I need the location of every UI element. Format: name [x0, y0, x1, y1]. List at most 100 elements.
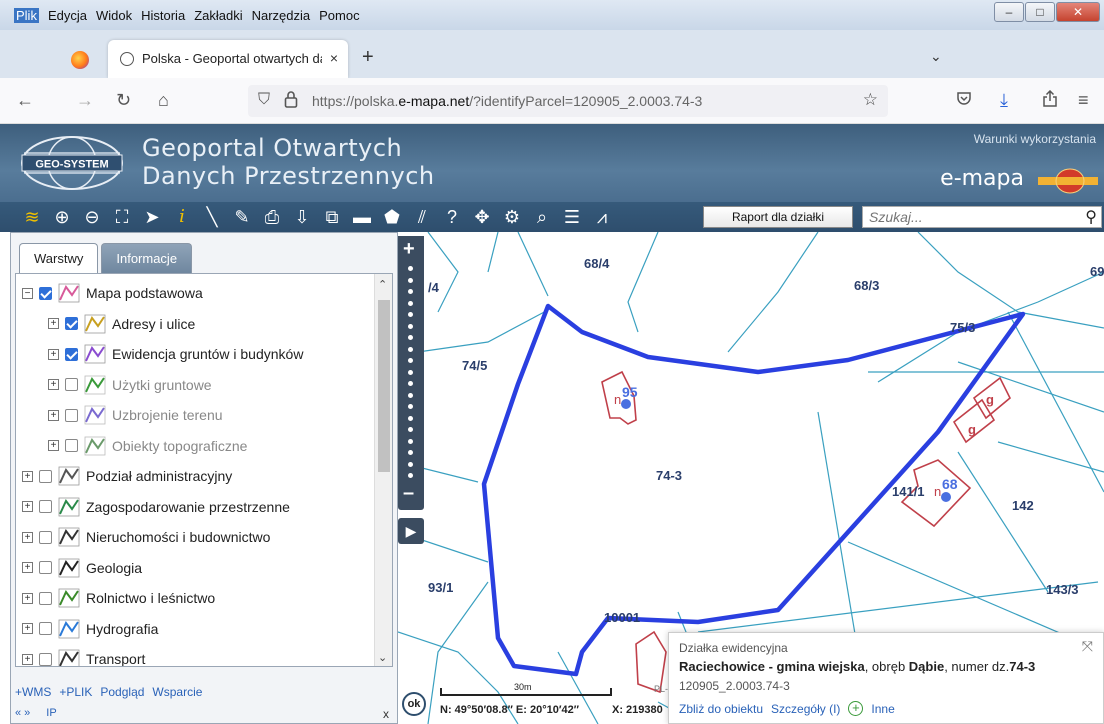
zoom-level-dot[interactable]: [408, 266, 413, 271]
parcel-report-button[interactable]: Raport dla działki: [703, 206, 853, 228]
help-icon[interactable]: ?: [440, 205, 464, 229]
zoom-level-dot[interactable]: [408, 289, 413, 294]
support-link[interactable]: Wsparcie: [152, 685, 202, 699]
expand-icon[interactable]: +: [22, 562, 33, 573]
layer-item[interactable]: + Rolnictwo i leśnictwo: [22, 583, 215, 613]
layer-item[interactable]: + Transport: [22, 644, 145, 666]
measure-area-icon[interactable]: ✎: [230, 205, 254, 229]
shield-icon[interactable]: ⛉: [258, 91, 270, 109]
zoom-level-dot[interactable]: [408, 392, 413, 398]
layer-checkbox[interactable]: [39, 500, 52, 513]
layer-checkbox[interactable]: [39, 591, 52, 605]
tab-close-icon[interactable]: ×: [330, 50, 338, 66]
zoom-in-icon[interactable]: ⊕: [50, 205, 74, 229]
forward-arrow-icon[interactable]: →: [76, 90, 94, 111]
plus-circle-icon[interactable]: +: [848, 701, 864, 716]
zoom-level-dot[interactable]: [408, 277, 413, 283]
zoom-level-dot[interactable]: [408, 450, 413, 455]
expand-icon[interactable]: +: [48, 409, 59, 421]
expand-icon[interactable]: +: [22, 623, 33, 634]
window-icon[interactable]: ▬: [350, 205, 374, 229]
zoom-level-dot[interactable]: [408, 335, 413, 340]
zoom-level-dot[interactable]: [408, 312, 413, 317]
layer-checkbox[interactable]: [65, 347, 78, 361]
add-wms-link[interactable]: +WMS: [15, 685, 51, 699]
layer-tree-scrollbar[interactable]: ⌃ ⌄: [374, 274, 392, 666]
menu-edycja[interactable]: Edycja: [48, 8, 87, 23]
layer-checkbox[interactable]: [39, 286, 52, 300]
zoom-level-dot[interactable]: [408, 404, 413, 409]
layer-item[interactable]: + Nieruchomości i budownictwo: [22, 522, 270, 552]
layers-icon[interactable]: ≋: [20, 205, 44, 229]
reload-icon[interactable]: ↻: [116, 90, 131, 111]
zoom-slider[interactable]: + –: [398, 236, 424, 510]
search-input[interactable]: [863, 207, 1063, 227]
collapse-icon[interactable]: −: [22, 287, 33, 299]
back-arrow-icon[interactable]: ←: [16, 90, 34, 111]
zoom-level-dot[interactable]: [408, 473, 413, 478]
tab-informacje[interactable]: Informacje: [101, 243, 193, 273]
layer-checkbox[interactable]: [39, 469, 52, 483]
home-icon[interactable]: ⌂: [158, 90, 169, 111]
polygon-icon[interactable]: ⬟: [380, 205, 404, 229]
layer-checkbox[interactable]: [65, 317, 78, 330]
expand-icon[interactable]: +: [22, 653, 33, 665]
maximize-button[interactable]: □: [1025, 2, 1055, 22]
layer-checkbox[interactable]: [39, 652, 52, 666]
zoom-level-dot[interactable]: [408, 346, 413, 352]
share-icon[interactable]: [1042, 89, 1058, 113]
ok-button[interactable]: ok: [402, 692, 426, 716]
layer-item[interactable]: + Użytki gruntowe: [48, 370, 212, 400]
layer-item[interactable]: + Podział administracyjny: [22, 461, 232, 491]
pocket-icon[interactable]: [956, 90, 972, 110]
close-window-button[interactable]: ✕: [1056, 2, 1100, 22]
layer-item[interactable]: + Hydrografia: [22, 614, 158, 644]
layer-item[interactable]: + Adresy i ulice: [48, 309, 195, 339]
layer-checkbox[interactable]: [39, 622, 52, 635]
expand-icon[interactable]: +: [48, 440, 59, 451]
menu-widok[interactable]: Widok: [96, 8, 132, 23]
layer-checkbox[interactable]: [65, 378, 78, 391]
other-link[interactable]: Inne: [871, 702, 894, 716]
pan-icon[interactable]: ✥: [470, 205, 494, 229]
settings-gear-icon[interactable]: ⚙: [500, 205, 524, 229]
geo-system-logo[interactable]: GEO-SYSTEM: [20, 135, 124, 191]
preview-link[interactable]: Podgląd: [100, 685, 144, 699]
zoom-in-button[interactable]: +: [403, 238, 415, 261]
zoom-level-dot[interactable]: [408, 438, 413, 444]
menu-pomoc[interactable]: Pomoc: [319, 8, 359, 23]
layer-checkbox[interactable]: [65, 408, 78, 422]
zoom-level-dot[interactable]: [408, 369, 413, 375]
lock-icon[interactable]: [284, 90, 298, 113]
zoom-level-dot[interactable]: [408, 323, 413, 329]
layer-item[interactable]: − Mapa podstawowa: [22, 278, 203, 308]
road-icon[interactable]: ⩘: [590, 205, 614, 229]
download-data-icon[interactable]: ⇩: [290, 205, 314, 229]
zoom-extent-icon[interactable]: ⛶: [110, 205, 134, 229]
download-icon[interactable]: ⤓: [1000, 90, 1008, 111]
zoom-level-dot[interactable]: [408, 427, 413, 432]
search-location-icon[interactable]: ⌕: [530, 205, 554, 229]
layer-item[interactable]: + Zagospodarowanie przestrzenne: [22, 492, 290, 522]
expand-icon[interactable]: +: [48, 379, 59, 390]
collapse-expand-link[interactable]: « »: [15, 707, 30, 719]
menu-narzedzia[interactable]: Narzędzia: [252, 8, 311, 23]
expand-icon[interactable]: +: [48, 348, 59, 360]
expand-icon[interactable]: +: [22, 592, 33, 604]
list-tabs-chevron-down-icon[interactable]: ⌄: [930, 48, 942, 65]
zoom-level-dot[interactable]: [408, 358, 413, 363]
popup-close-icon[interactable]: ⤧: [1082, 638, 1093, 655]
layer-item[interactable]: + Obiekty topograficzne: [48, 431, 247, 461]
zoom-out-icon[interactable]: ⊖: [80, 205, 104, 229]
tab-warstwy[interactable]: Warstwy: [19, 243, 99, 274]
expand-icon[interactable]: +: [48, 318, 59, 329]
menu-historia[interactable]: Historia: [141, 8, 185, 23]
ip-link[interactable]: IP: [46, 707, 56, 719]
layer-item[interactable]: + Ewidencja gruntów i budynków: [48, 339, 303, 369]
layer-checkbox[interactable]: [39, 561, 52, 574]
zoom-out-button[interactable]: –: [403, 482, 414, 505]
details-link[interactable]: Szczegóły (I): [771, 702, 840, 716]
layer-checkbox[interactable]: [65, 439, 78, 452]
scroll-down-icon[interactable]: ⌄: [378, 651, 387, 664]
scrollbar-thumb[interactable]: [378, 300, 390, 472]
